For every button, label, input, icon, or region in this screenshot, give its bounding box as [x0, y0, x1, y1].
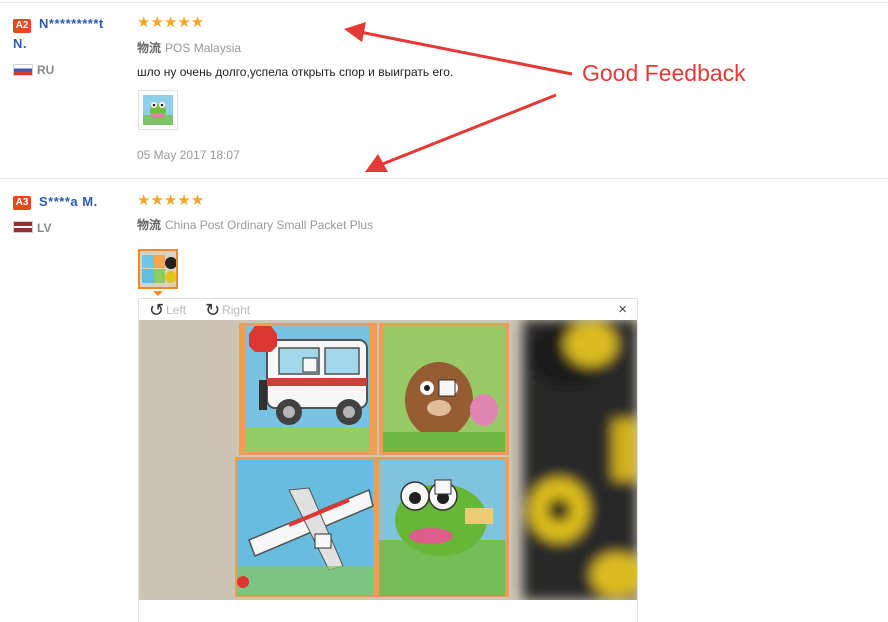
annotation-label: Good Feedback: [582, 60, 746, 86]
arrow-line-lower: [379, 93, 557, 167]
annotation-arrows: [344, 22, 573, 172]
arrow-line-upper: [359, 30, 573, 76]
arrow-head-upper: [344, 22, 366, 42]
